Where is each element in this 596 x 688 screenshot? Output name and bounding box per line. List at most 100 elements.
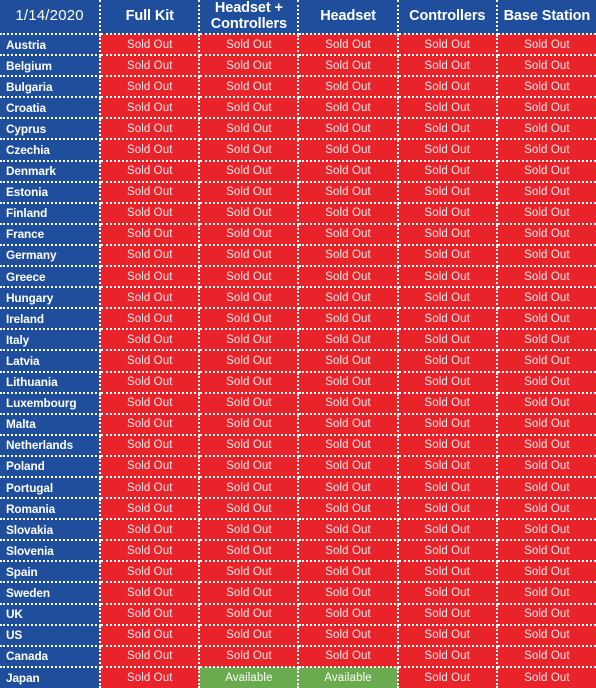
status-cell-headset_controllers: Sold Out [199,498,300,521]
status-cell-controllers: Sold Out [397,561,498,584]
status-cell-headset_controllers: Sold Out [199,139,300,162]
status-cell-headset_controllers: Sold Out [199,455,300,478]
header-cell-base_station: Base Station [496,0,596,35]
status-cell-headset: Sold Out [298,561,399,584]
status-cell-base_station: Sold Out [496,498,596,521]
status-cell-full_kit: Sold Out [100,97,201,120]
table-row: Croatia Sold Out Sold Out Sold Out Sold Out S… [0,97,596,120]
table-row: Poland Sold Out Sold Out Sold Out Sold Out So… [0,455,596,478]
status-cell-headset: Sold Out [298,455,399,478]
header-date-cell: 1/14/2020 [0,0,102,35]
table-row: Lithuania Sold Out Sold Out Sold Out Sold Ou… [0,371,596,394]
status-cell-headset: Sold Out [298,160,399,183]
status-cell-headset: Sold Out [298,350,399,373]
country-cell: Czechia [0,139,102,162]
status-cell-base_station: Sold Out [496,645,596,668]
status-cell-full_kit: Sold Out [100,666,201,688]
status-cell-base_station: Sold Out [496,34,596,57]
country-cell: France [0,223,102,246]
status-cell-controllers: Sold Out [397,287,498,310]
status-cell-controllers: Sold Out [397,455,498,478]
status-cell-base_station: Sold Out [496,244,596,268]
status-cell-headset: Sold Out [298,244,399,268]
status-cell-full_kit: Sold Out [100,139,201,162]
status-cell-controllers: Sold Out [397,350,498,373]
status-cell-full_kit: Sold Out [100,561,201,584]
status-cell-full_kit: Sold Out [100,624,201,647]
status-cell-base_station: Sold Out [496,392,596,415]
table-row: Slovakia Sold Out Sold Out Sold Out Sold Out… [0,519,596,542]
table-body: Austria Sold Out Sold Out Sold Out Sold Out S… [0,34,596,688]
country-cell: Poland [0,455,102,478]
status-cell-base_station: Sold Out [496,202,596,225]
status-cell-headset: Available [298,666,399,688]
status-cell-controllers: Sold Out [397,266,498,289]
country-cell: Croatia [0,97,102,120]
status-cell-base_station: Sold Out [496,287,596,310]
country-cell: Canada [0,645,102,668]
status-cell-headset: Sold Out [298,413,399,436]
status-cell-headset: Sold Out [298,34,399,57]
status-cell-base_station: Sold Out [496,561,596,584]
header-cell-full_kit: Full Kit [100,0,201,35]
country-cell: Ireland [0,308,102,331]
status-cell-base_station: Sold Out [496,371,596,394]
country-cell: Belgium [0,55,102,78]
status-cell-full_kit: Sold Out [100,55,201,78]
status-cell-full_kit: Sold Out [100,350,201,373]
status-cell-headset_controllers: Sold Out [199,181,300,204]
table-row: Belgium Sold Out Sold Out Sold Out Sold Out S… [0,55,596,78]
status-cell-headset: Sold Out [298,55,399,78]
table-row: Austria Sold Out Sold Out Sold Out Sold Out S… [0,34,596,57]
country-cell: Denmark [0,160,102,183]
country-cell: Bulgaria [0,76,102,99]
status-cell-headset_controllers: Sold Out [199,55,300,78]
status-cell-base_station: Sold Out [496,350,596,373]
table-row: UK Sold Out Sold Out Sold Out Sold Out Sold O… [0,603,596,626]
status-cell-headset_controllers: Sold Out [199,34,300,57]
header-cell-headset: Headset [298,0,399,35]
status-cell-full_kit: Sold Out [100,118,201,141]
status-cell-headset_controllers: Sold Out [199,160,300,183]
status-cell-full_kit: Sold Out [100,434,201,457]
status-cell-controllers: Sold Out [397,624,498,647]
status-cell-headset_controllers: Sold Out [199,519,300,542]
table-row: Greece Sold Out Sold Out Sold Out Sold Out So… [0,266,596,289]
status-cell-base_station: Sold Out [496,519,596,542]
status-cell-controllers: Sold Out [397,223,498,246]
table-row: Hungary Sold Out Sold Out Sold Out Sold Out S… [0,287,596,310]
status-cell-base_station: Sold Out [496,540,596,563]
status-cell-base_station: Sold Out [496,76,596,99]
status-cell-full_kit: Sold Out [100,287,201,310]
status-cell-headset_controllers: Sold Out [199,244,300,268]
status-cell-base_station: Sold Out [496,55,596,78]
table-row: Slovenia Sold Out Sold Out Sold Out Sold Out… [0,540,596,563]
status-cell-headset_controllers: Sold Out [199,266,300,289]
table-row: Germany Sold Out Sold Out Sold Out Sold Out S… [0,244,596,268]
status-cell-controllers: Sold Out [397,34,498,57]
status-cell-controllers: Sold Out [397,202,498,225]
status-cell-base_station: Sold Out [496,603,596,626]
status-cell-controllers: Sold Out [397,139,498,162]
country-cell: UK [0,603,102,626]
status-cell-full_kit: Sold Out [100,645,201,668]
status-cell-controllers: Sold Out [397,645,498,668]
header-row: 1/14/2020 Full Kit Headset + Controllers He… [0,0,596,35]
table-row: Malta Sold Out Sold Out Sold Out Sold Out Sol… [0,413,596,436]
table-row: Ireland Sold Out Sold Out Sold Out Sold Out S… [0,308,596,331]
status-cell-controllers: Sold Out [397,666,498,688]
status-cell-full_kit: Sold Out [100,413,201,436]
status-cell-headset_controllers: Sold Out [199,118,300,141]
status-cell-headset_controllers: Sold Out [199,561,300,584]
status-cell-headset_controllers: Sold Out [199,476,300,500]
status-cell-base_station: Sold Out [496,413,596,436]
status-cell-full_kit: Sold Out [100,476,201,500]
table-row: Spain Sold Out Sold Out Sold Out Sold Out Sol… [0,561,596,584]
country-cell: Latvia [0,350,102,373]
status-cell-controllers: Sold Out [397,434,498,457]
status-cell-headset_controllers: Sold Out [199,371,300,394]
country-cell: Spain [0,561,102,584]
status-cell-controllers: Sold Out [397,413,498,436]
country-cell: Luxembourg [0,392,102,415]
status-cell-controllers: Sold Out [397,371,498,394]
